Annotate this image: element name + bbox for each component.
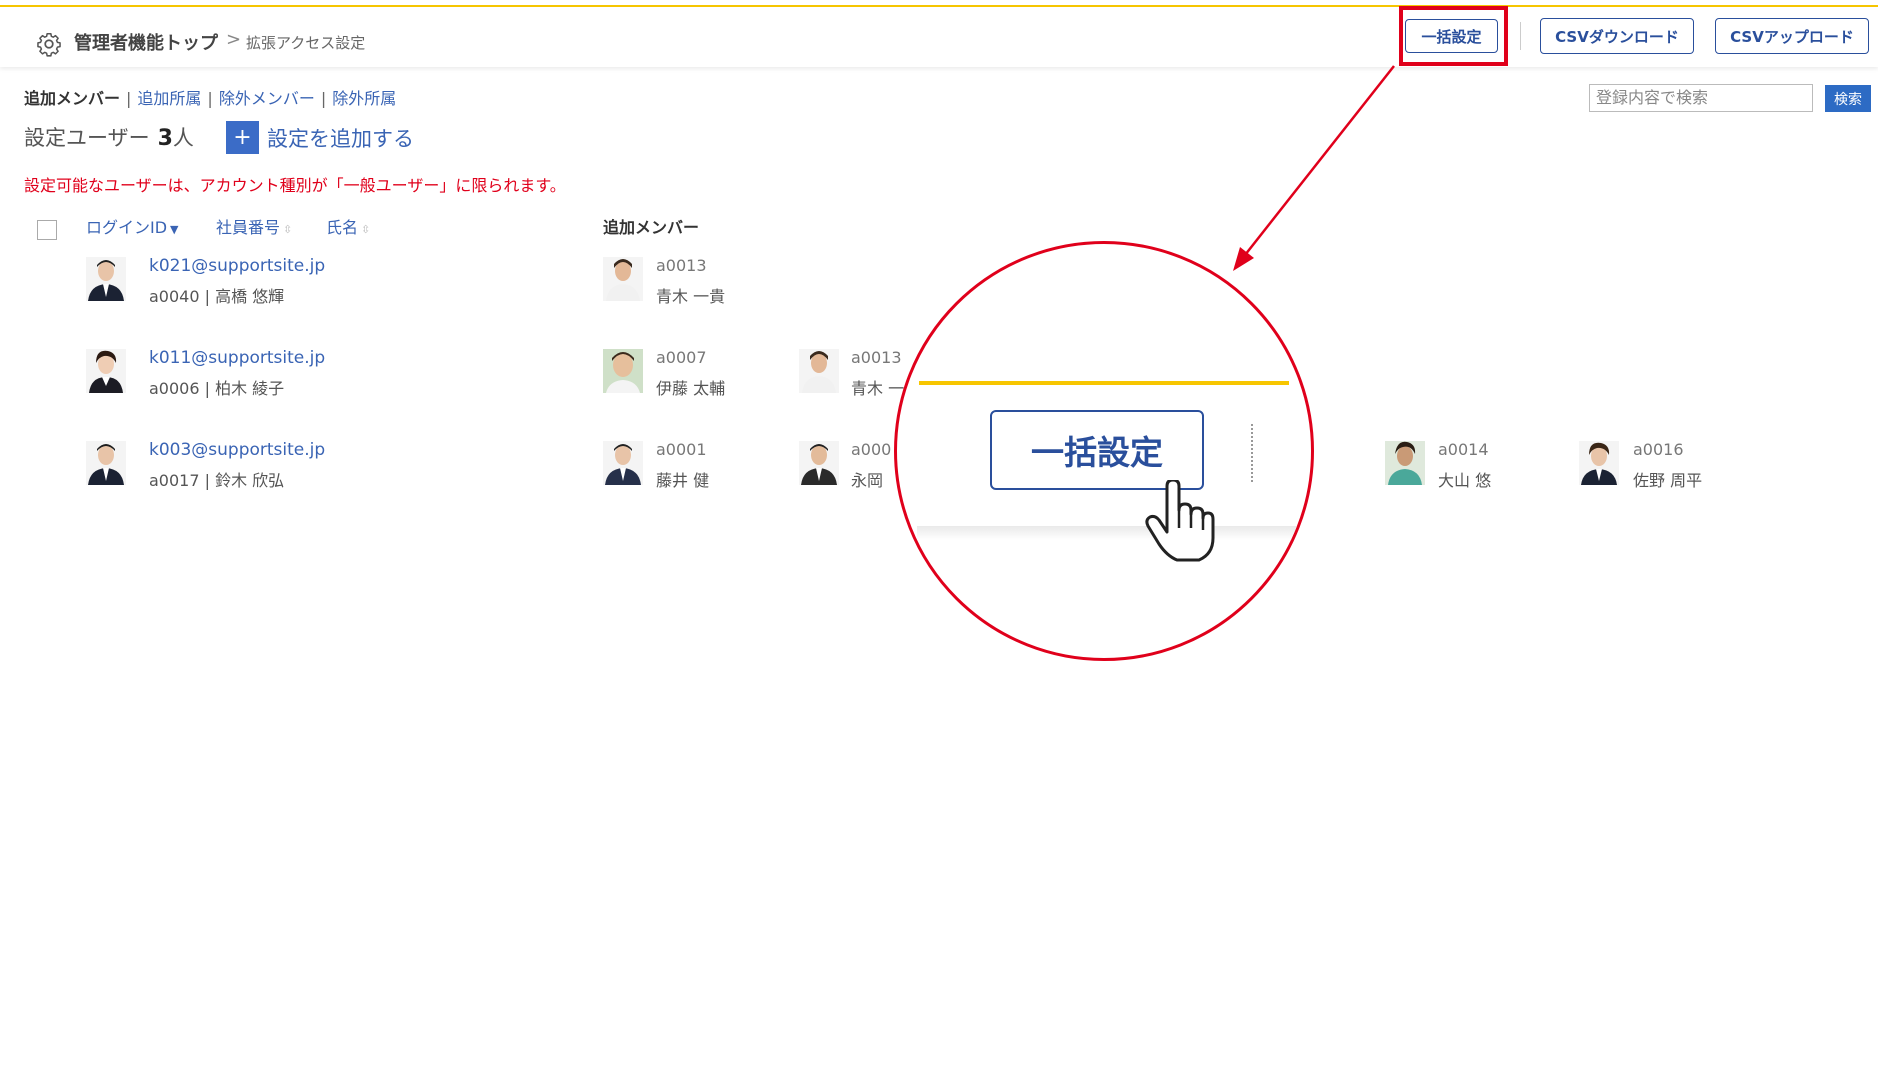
- tab-separator: |: [320, 89, 327, 108]
- column-name-label: 氏名: [326, 218, 359, 237]
- user-count: 設定ユーザー 3人: [24, 122, 194, 152]
- user-detail: a0040 | 高橋 悠輝: [149, 287, 285, 306]
- login-id-link[interactable]: k021@supportsite.jp: [149, 256, 325, 276]
- notice-text: 設定可能なユーザーは、アカウント種別が「一般ユーザー」に限られます。: [24, 176, 566, 195]
- tab-added-members[interactable]: 追加メンバー: [24, 89, 120, 108]
- tab-excluded-members[interactable]: 除外メンバー: [219, 89, 315, 108]
- gear-icon[interactable]: [36, 31, 62, 57]
- member-code: a0001: [656, 440, 707, 459]
- plus-icon[interactable]: +: [226, 121, 259, 154]
- breadcrumb-current: 拡張アクセス設定: [246, 34, 366, 52]
- zoom-divider: [1251, 424, 1253, 482]
- member-code: a0014: [1438, 440, 1489, 459]
- tab-bar: 追加メンバー | 追加所属 | 除外メンバー | 除外所属: [24, 85, 396, 109]
- login-id-link[interactable]: k011@supportsite.jp: [149, 348, 325, 368]
- csv-upload-button[interactable]: CSVアップロード: [1715, 18, 1869, 54]
- search-button[interactable]: 検索: [1825, 85, 1871, 112]
- select-all-checkbox[interactable]: [37, 220, 57, 240]
- member-code: a0013: [656, 256, 707, 275]
- user-count-unit: 人: [172, 126, 194, 150]
- login-id-link[interactable]: k003@supportsite.jp: [149, 440, 325, 460]
- member-code: a0013: [851, 348, 902, 367]
- avatar: [86, 349, 126, 393]
- member-name: 青木 一: [851, 379, 905, 398]
- breadcrumb-separator: >: [226, 29, 242, 50]
- zoom-accent-line: [919, 381, 1289, 385]
- avatar: [86, 257, 126, 301]
- member-name: 大山 悠: [1438, 471, 1492, 490]
- avatar: [1385, 441, 1425, 485]
- avatar: [603, 349, 643, 393]
- sort-icon[interactable]: ⇳: [361, 223, 370, 236]
- column-employee-no-label: 社員番号: [216, 218, 281, 237]
- avatar: [603, 441, 643, 485]
- user-count-label: 設定ユーザー: [24, 126, 150, 150]
- breadcrumb-home[interactable]: 管理者機能トップ: [74, 29, 218, 55]
- header-divider: [1520, 22, 1521, 50]
- avatar: [799, 441, 839, 485]
- member-code: a0016: [1633, 440, 1684, 459]
- avatar: [86, 441, 126, 485]
- avatar: [799, 349, 839, 393]
- member-name: 永岡: [851, 471, 884, 490]
- add-setting-link[interactable]: 設定を追加する: [267, 123, 414, 153]
- column-login-id[interactable]: ログインID ▼: [86, 214, 179, 238]
- sort-icon[interactable]: ⇳: [283, 223, 292, 236]
- zoom-header-shadow: [917, 526, 1297, 540]
- csv-download-button[interactable]: CSVダウンロード: [1540, 18, 1694, 54]
- member-code: a000: [851, 440, 892, 459]
- avatar: [1579, 441, 1619, 485]
- column-login-id-label: ログインID: [86, 218, 168, 237]
- user-count-number: 3: [157, 126, 173, 151]
- tab-excluded-departments[interactable]: 除外所属: [332, 89, 396, 108]
- avatar: [603, 257, 643, 301]
- member-code: a0007: [656, 348, 707, 367]
- tab-added-departments[interactable]: 追加所属: [137, 89, 201, 108]
- column-name[interactable]: 氏名 ⇳: [326, 214, 370, 238]
- column-employee-no[interactable]: 社員番号 ⇳: [216, 214, 292, 238]
- user-detail: a0006 | 柏木 綾子: [149, 379, 285, 398]
- zoom-callout: 一括設定: [894, 241, 1314, 661]
- tab-separator: |: [207, 89, 213, 108]
- zoom-bulk-settings-button: 一括設定: [990, 410, 1204, 490]
- highlight-box: [1399, 6, 1508, 66]
- member-name: 伊藤 太輔: [656, 379, 726, 398]
- column-members: 追加メンバー: [603, 218, 700, 237]
- member-name: 藤井 健: [656, 471, 710, 490]
- tab-separator: |: [126, 89, 132, 108]
- member-name: 青木 一貴: [656, 287, 726, 306]
- hand-pointer-icon: [1145, 480, 1215, 562]
- user-detail: a0017 | 鈴木 欣弘: [149, 471, 285, 490]
- member-name: 佐野 周平: [1633, 471, 1703, 490]
- search-input[interactable]: 登録内容で検索: [1589, 84, 1813, 112]
- sort-desc-icon[interactable]: ▼: [170, 223, 178, 236]
